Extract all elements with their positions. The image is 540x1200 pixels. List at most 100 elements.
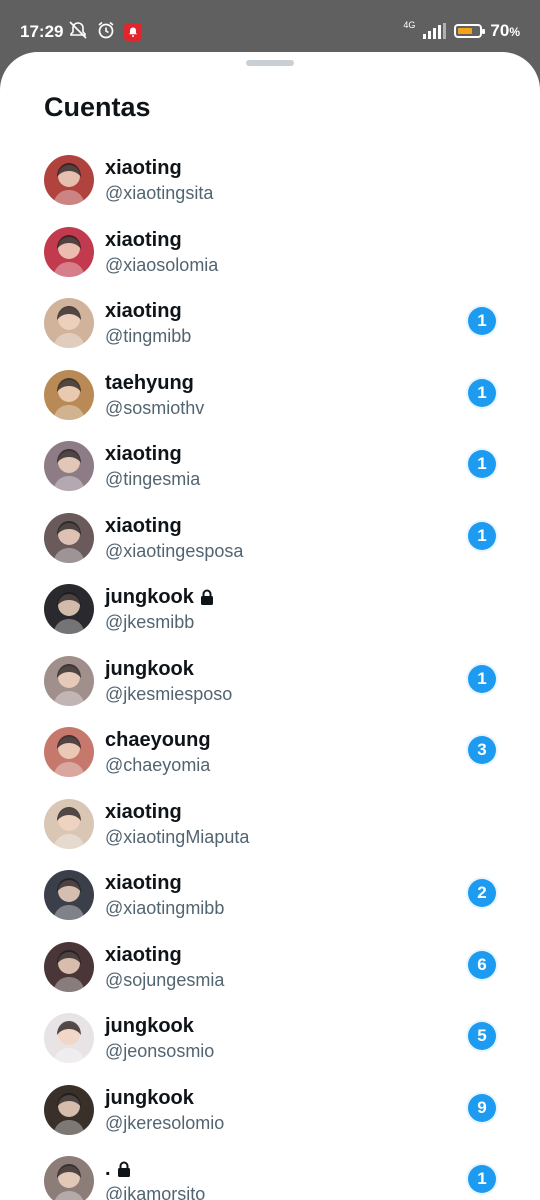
account-handle: @xiaotingesposa — [105, 540, 244, 561]
account-name-line: . — [105, 1157, 205, 1181]
unread-count-badge: 2 — [468, 879, 496, 907]
account-row[interactable]: chaeyoung @chaeyomia 3 — [0, 724, 540, 796]
account-row[interactable]: xiaoting @sojungesmia 6 — [0, 939, 540, 1011]
avatar — [44, 226, 94, 277]
account-texts: taehyung @sosmiothv — [105, 371, 204, 420]
account-handle: @jkesmiesposo — [105, 683, 233, 704]
avatar — [44, 798, 94, 849]
account-display-name: xiaoting — [105, 872, 182, 894]
account-texts: jungkook @jkeresolomio — [105, 1086, 224, 1135]
account-row[interactable]: xiaoting @tingmibb 1 — [0, 295, 540, 367]
account-handle: @jkamorsito — [105, 1184, 206, 1200]
account-name-line: jungkook — [105, 1014, 214, 1038]
avatar — [44, 369, 94, 420]
account-name-line: xiaoting — [105, 442, 200, 466]
account-name-line: xiaoting — [105, 871, 224, 895]
avatar — [44, 298, 94, 348]
notifications-off-icon — [68, 20, 88, 44]
account-display-name: xiaoting — [105, 157, 182, 179]
lock-icon — [200, 589, 214, 605]
account-texts: jungkook @jkesmiesposo — [105, 657, 232, 706]
account-display-name: xiaoting — [105, 443, 182, 465]
unread-count-badge: 1 — [468, 378, 496, 407]
avatar — [44, 584, 94, 634]
avatar — [44, 441, 94, 491]
unread-count-badge: 1 — [468, 521, 496, 550]
account-display-name: jungkook — [105, 657, 194, 680]
avatar — [44, 155, 94, 205]
avatar — [44, 870, 94, 920]
account-display-name: xiaoting — [105, 228, 182, 251]
lock-icon — [117, 1161, 131, 1177]
account-row[interactable]: jungkook @jkeresolomio 9 — [0, 1082, 540, 1154]
account-handle: @xiaosolomia — [105, 254, 219, 275]
account-handle: @jkeresolomio — [105, 1112, 225, 1133]
avatar — [44, 1084, 94, 1135]
account-display-name: xiaoting — [105, 300, 182, 322]
avatar — [44, 655, 94, 706]
account-handle: @jeonsosmio — [105, 1041, 215, 1061]
account-row[interactable]: xiaoting @xiaotingesposa 1 — [0, 510, 540, 582]
account-name-line: xiaoting — [105, 228, 218, 252]
sheet-title: Cuentas — [44, 92, 151, 122]
unread-count-badge: 6 — [468, 950, 496, 979]
account-name-line: xiaoting — [105, 800, 249, 824]
account-display-name: chaeyoung — [105, 729, 211, 751]
account-display-name: . — [105, 1158, 111, 1180]
network-type: 4G — [403, 20, 416, 30]
account-name-line: taehyung — [105, 371, 204, 395]
accounts-sheet: Cuentas xiaoting @xiaotingsita xiaoting @xi… — [0, 52, 540, 1200]
account-handle: @xiaotingmibb — [105, 898, 225, 918]
account-row[interactable]: jungkook @jeonsosmio 5 — [0, 1010, 540, 1082]
account-texts: jungkook @jkesmibb — [105, 585, 214, 634]
sheet-drag-handle[interactable] — [246, 60, 294, 66]
avatar — [44, 1156, 94, 1200]
account-display-name: xiaoting — [105, 800, 182, 823]
account-row[interactable]: xiaoting @xiaotingmibb 2 — [0, 867, 540, 939]
signal-icon — [423, 23, 447, 39]
account-row[interactable]: xiaoting @xiaosolomia — [0, 224, 540, 296]
account-row[interactable]: taehyung @sosmiothv 1 — [0, 367, 540, 439]
account-handle: @tingmibb — [105, 326, 192, 346]
avatar — [44, 1013, 94, 1063]
account-texts: . @jkamorsito — [105, 1157, 205, 1200]
account-texts: xiaoting @tingmibb — [105, 299, 191, 348]
status-left-icons — [68, 20, 142, 44]
account-row[interactable]: xiaoting @xiaotingsita — [0, 152, 540, 224]
account-texts: xiaoting @xiaotingmibb — [105, 871, 224, 920]
avatar — [44, 727, 94, 777]
account-display-name: jungkook — [105, 586, 194, 608]
account-row[interactable]: xiaoting @xiaotingMiaputa — [0, 796, 540, 868]
account-name-line: xiaoting — [105, 299, 191, 323]
account-texts: xiaoting @xiaotingMiaputa — [105, 800, 249, 849]
alarm-icon — [96, 20, 116, 44]
unread-count-badge: 1 — [468, 664, 496, 693]
account-display-name: xiaoting — [105, 943, 182, 966]
account-name-line: chaeyoung — [105, 728, 211, 752]
account-handle: @sojungesmia — [105, 969, 225, 990]
app-notification-icon — [124, 23, 142, 41]
account-row[interactable]: . @jkamorsito 1 — [0, 1153, 540, 1200]
account-handle: @jkesmibb — [105, 612, 195, 632]
account-texts: xiaoting @xiaotingesposa — [105, 514, 243, 563]
account-name-line: xiaoting — [105, 156, 213, 180]
unread-count-badge: 9 — [468, 1093, 496, 1122]
account-display-name: xiaoting — [105, 514, 182, 537]
account-handle: @tingesmia — [105, 469, 201, 489]
battery-percent: 70% — [490, 21, 520, 40]
avatar — [44, 941, 94, 992]
account-display-name: taehyung — [105, 371, 194, 394]
account-handle: @xiaotingsita — [105, 183, 214, 203]
account-texts: xiaoting @sojungesmia — [105, 943, 224, 992]
status-right: 4G 70% — [403, 20, 520, 41]
account-texts: xiaoting @xiaosolomia — [105, 228, 218, 277]
account-texts: chaeyoung @chaeyomia — [105, 728, 211, 777]
account-name-line: jungkook — [105, 585, 214, 609]
account-name-line: jungkook — [105, 657, 232, 681]
unread-count-badge: 1 — [468, 450, 496, 478]
account-row[interactable]: xiaoting @tingesmia 1 — [0, 438, 540, 510]
account-row[interactable]: jungkook @jkesmiesposo 1 — [0, 653, 540, 725]
account-name-line: xiaoting — [105, 514, 243, 538]
account-row[interactable]: jungkook @jkesmibb — [0, 581, 540, 653]
account-handle: @chaeyomia — [105, 755, 211, 775]
